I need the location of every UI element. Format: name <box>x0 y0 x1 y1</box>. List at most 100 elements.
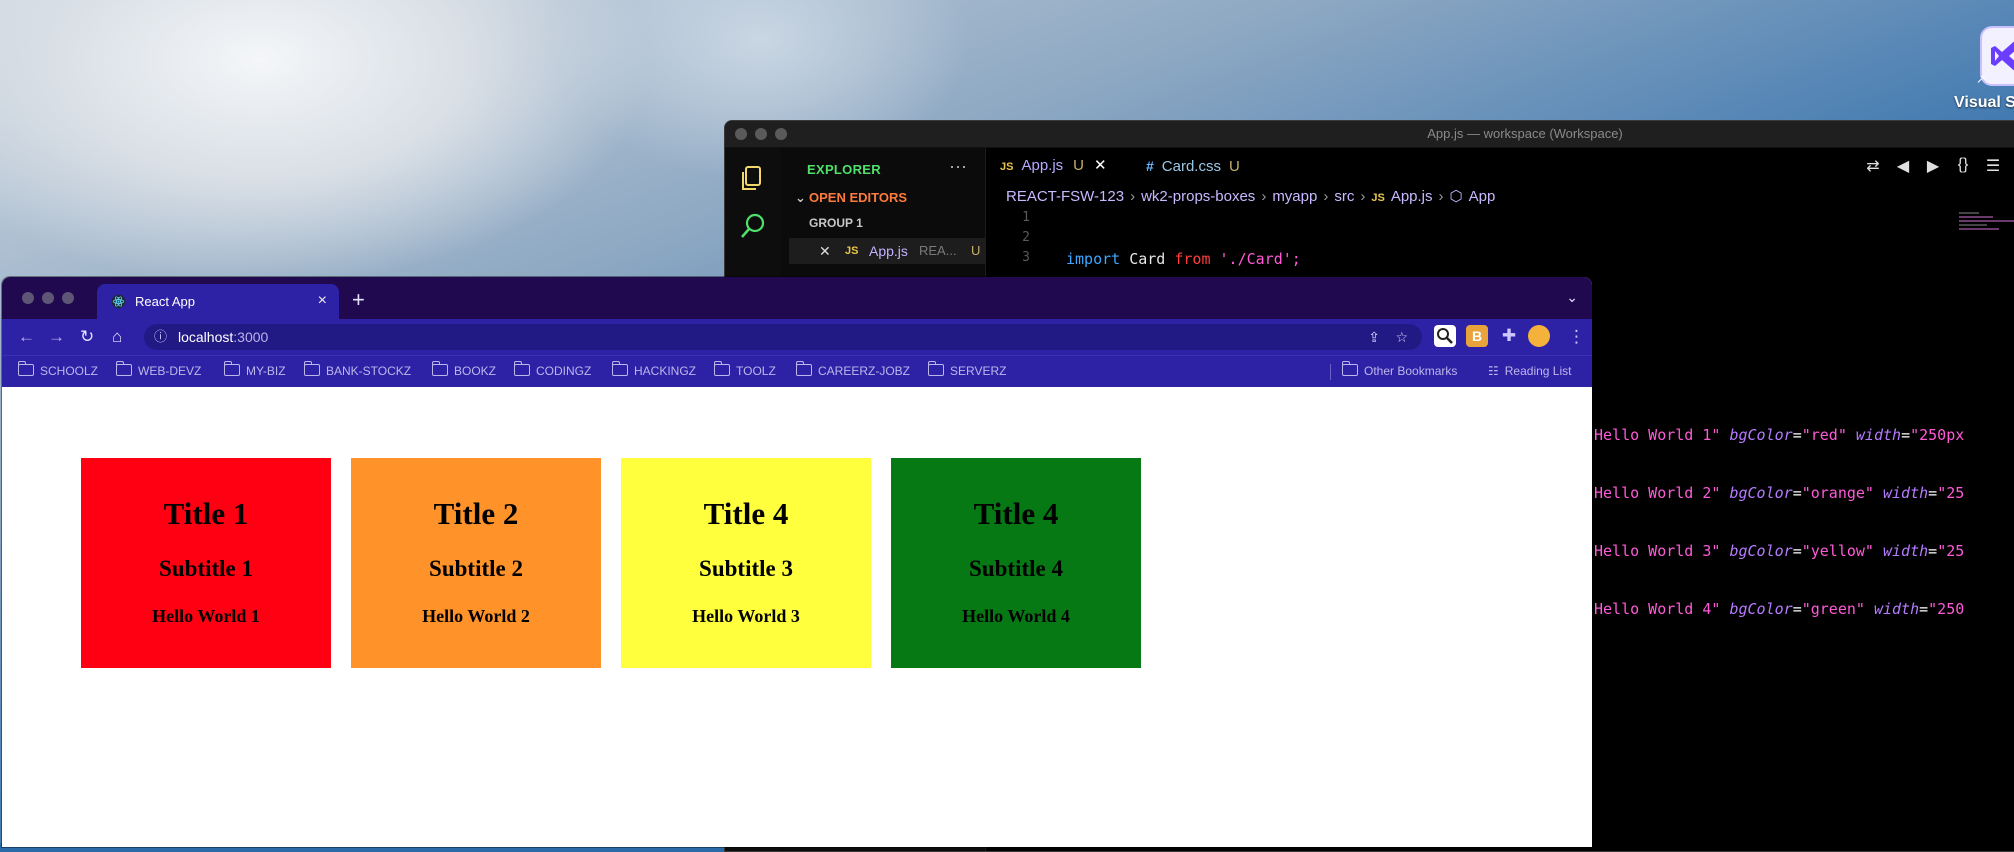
reading-list-button[interactable]: ☷ Reading List <box>1488 364 1571 378</box>
browser-tab-strip: React App × + ⌄ <box>2 277 1592 319</box>
desktop-icon-label: Visual S <box>1954 94 2014 111</box>
chevron-down-icon: ⌄ <box>795 190 806 205</box>
card-body: Hello World 4 <box>962 606 1070 626</box>
bookmark-folder[interactable]: SCHOOLZ <box>18 361 98 378</box>
tab-card-css[interactable]: # Card.css U <box>1146 148 1240 184</box>
code-peek-region: Hello World 1" bgColor="red" width="250p… <box>1594 388 1964 638</box>
new-tab-button[interactable]: + <box>352 287 365 313</box>
profile-avatar[interactable] <box>1528 325 1550 347</box>
folder-icon <box>612 361 628 376</box>
vscode-titlebar: App.js — workspace (Workspace) <box>725 121 2014 148</box>
bookmark-folder[interactable]: TOOLZ <box>714 361 776 378</box>
bookmark-folder[interactable]: MY-BIZ <box>224 361 286 378</box>
react-favicon-icon <box>111 294 126 309</box>
folder-icon <box>18 361 34 376</box>
reload-icon[interactable]: ↻ <box>80 327 94 347</box>
code-line: import Card from './Card'; <box>1066 250 1301 268</box>
folder-icon <box>796 361 812 376</box>
extension-search-icon[interactable] <box>1434 325 1456 347</box>
go-back-icon[interactable]: ◀ <box>1893 156 1913 176</box>
source-control-compare-icon[interactable]: ⇄ <box>1863 156 1883 176</box>
folder-icon <box>928 361 944 376</box>
card: Title 4 Subtitle 4 Hello World 4 <box>891 458 1141 668</box>
site-info-icon[interactable]: ⓘ <box>154 324 167 350</box>
browser-toolbar: ← → ↻ ⌂ ⓘ localhost:3000 ⇪ ☆ B ✚ ⋮ <box>2 319 1592 355</box>
address-bar[interactable]: ⓘ localhost:3000 ⇪ ☆ <box>144 324 1422 350</box>
bookmark-folder[interactable]: WEB-DEVZ <box>116 361 201 378</box>
folder-icon <box>432 361 448 376</box>
code-line: Hello World 4" bgColor="green" width="25… <box>1594 600 1965 618</box>
code-line: Hello World 1" bgColor="red" width="250p… <box>1594 426 1965 444</box>
bookmark-star-icon[interactable]: ☆ <box>1395 324 1408 350</box>
page-content: Title 1 Subtitle 1 Hello World 1 Title 2… <box>2 387 1592 847</box>
minimize-window-button[interactable] <box>42 292 54 304</box>
card-subtitle: Subtitle 2 <box>429 556 523 581</box>
tab-title: React App <box>135 294 195 309</box>
extension-b-icon[interactable]: B <box>1466 325 1488 347</box>
card-title: Title 1 <box>163 496 249 531</box>
folder-icon <box>714 361 730 376</box>
git-untracked-badge: U <box>971 243 981 258</box>
code-line: Hello World 2" bgColor="orange" width="2… <box>1594 484 1965 502</box>
bookmark-folder[interactable]: BANK-STOCKZ <box>304 361 411 378</box>
breadcrumb-item[interactable]: App.js <box>1391 188 1433 205</box>
bookmark-folder[interactable]: HACKINGZ <box>612 361 696 378</box>
folder-icon <box>116 361 132 376</box>
forward-arrow-icon[interactable]: → <box>48 327 65 347</box>
breadcrumb-item[interactable]: wk2-props-boxes <box>1141 188 1255 205</box>
close-window-button[interactable] <box>22 292 34 304</box>
close-tab-icon[interactable]: ✕ <box>1094 157 1107 174</box>
card-title: Title 2 <box>433 496 519 531</box>
close-editor-icon[interactable]: ✕ <box>819 238 831 264</box>
breadcrumb-item[interactable]: App <box>1469 188 1496 205</box>
code-line: Hello World 3" bgColor="yellow" width="2… <box>1594 542 1965 560</box>
braces-icon[interactable]: {} <box>1953 156 1973 176</box>
visual-studio-desktop-shortcut[interactable]: ↗ Visual S <box>1954 22 2014 111</box>
card-subtitle: Subtitle 3 <box>699 556 793 581</box>
share-icon[interactable]: ⇪ <box>1368 324 1380 350</box>
browser-tab-react-app[interactable]: React App × <box>97 284 339 319</box>
back-arrow-icon[interactable]: ← <box>18 327 35 347</box>
open-editors-section[interactable]: ⌄ OPEN EDITORS <box>795 190 907 206</box>
card-title: Title 4 <box>973 496 1059 531</box>
more-actions-button[interactable]: ··· <box>949 156 967 177</box>
folder-icon <box>224 361 240 376</box>
browser-window: React App × + ⌄ ← → ↻ ⌂ ⓘ localhost:3000… <box>2 277 1592 847</box>
minimap[interactable] <box>1959 210 2014 250</box>
close-tab-icon[interactable]: × <box>318 292 327 310</box>
line-number: 2 <box>1022 230 1030 245</box>
bookmarks-divider <box>1330 364 1331 380</box>
bookmark-folder[interactable]: CODINGZ <box>514 361 591 378</box>
explorer-header: EXPLORER <box>807 162 881 177</box>
open-editors-label: OPEN EDITORS <box>809 190 908 205</box>
tab-label: App.js <box>1021 157 1064 174</box>
other-bookmarks-folder[interactable]: Other Bookmarks <box>1342 361 1457 378</box>
tab-app-js[interactable]: JS App.js U ✕ <box>1000 148 1107 184</box>
maximize-window-button[interactable] <box>62 292 74 304</box>
alias-arrow-icon: ↗ <box>1976 72 1987 86</box>
open-editor-item[interactable]: ✕ JS App.js REA... U <box>789 238 985 264</box>
tab-search-chevron-icon[interactable]: ⌄ <box>1566 289 1578 306</box>
card: Title 4 Subtitle 3 Hello World 3 <box>621 458 871 668</box>
open-editor-filename: App.js <box>869 243 908 259</box>
breadcrumb-item[interactable]: REACT-FSW-123 <box>1006 188 1124 205</box>
group-label: GROUP 1 <box>809 216 863 230</box>
url-text: localhost:3000 <box>178 329 269 345</box>
go-forward-icon[interactable]: ▶ <box>1923 156 1943 176</box>
breadcrumb-item[interactable]: myapp <box>1272 188 1317 205</box>
home-icon[interactable]: ⌂ <box>112 327 122 347</box>
browser-menu-icon[interactable]: ⋮ <box>1568 327 1585 347</box>
breadcrumb-item[interactable]: src <box>1334 188 1354 205</box>
folder-icon <box>1342 361 1358 376</box>
outline-list-icon[interactable]: ☰ <box>1983 156 2003 176</box>
folder-icon <box>514 361 530 376</box>
bookmark-folder[interactable]: CAREERZ-JOBZ <box>796 361 910 378</box>
extensions-puzzle-icon[interactable]: ✚ <box>1498 325 1520 347</box>
bookmark-folder[interactable]: BOOKZ <box>432 361 496 378</box>
explorer-files-icon[interactable] <box>737 162 769 194</box>
bookmark-folder[interactable]: SERVERZ <box>928 361 1006 378</box>
card-subtitle: Subtitle 4 <box>969 556 1063 581</box>
js-file-icon: JS <box>1000 161 1014 173</box>
search-icon[interactable] <box>737 210 769 242</box>
editor-tabs: JS App.js U ✕ # Card.css U ⇄ ◀ ▶ {} ☰ ▭ <box>986 148 2014 184</box>
